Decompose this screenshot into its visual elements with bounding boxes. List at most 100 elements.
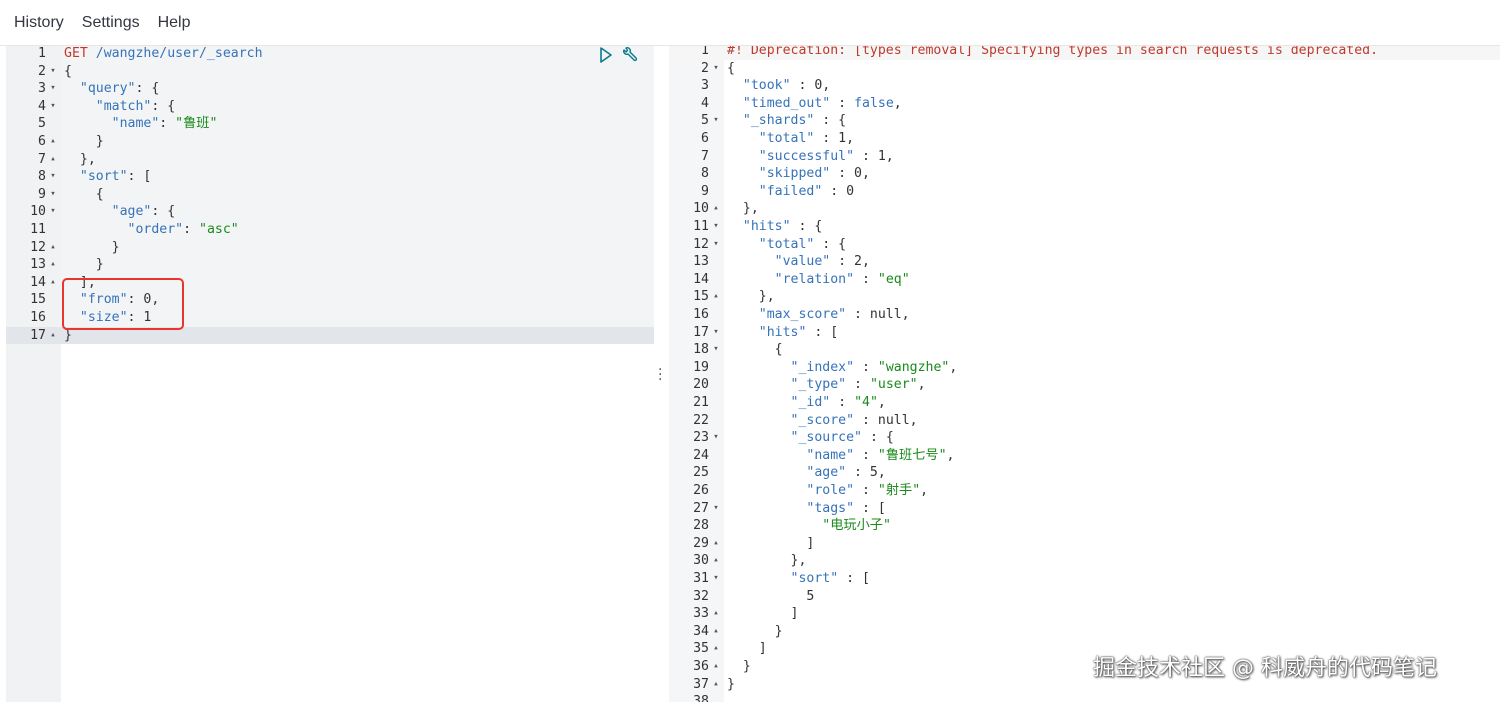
code-text: "_shards" : { bbox=[742, 113, 847, 129]
code-text: "max_score" : null, bbox=[758, 307, 910, 322]
fold-open-icon[interactable]: ▾ bbox=[48, 168, 58, 186]
resizer-handle-icon[interactable]: · · · bbox=[658, 363, 662, 387]
response-line-30: 30 ▴ }, bbox=[669, 552, 1500, 570]
code-text: "failed" : 0 bbox=[758, 183, 855, 199]
line-number: 30 bbox=[693, 553, 709, 569]
response-line-8: 8 "skipped" : 0, bbox=[669, 165, 1500, 183]
wrench-icon[interactable] bbox=[621, 46, 639, 64]
play-icon[interactable] bbox=[597, 46, 615, 64]
line-number: 9 bbox=[701, 183, 709, 199]
code-text: { bbox=[64, 186, 104, 202]
line-number: 1 bbox=[38, 46, 46, 61]
line-number: 28 bbox=[693, 518, 709, 534]
request-line-9: 9 ▾ { bbox=[6, 186, 654, 204]
fold-open-icon[interactable]: ▾ bbox=[711, 236, 721, 254]
fold-open-icon[interactable]: ▾ bbox=[711, 570, 721, 588]
fold-closed-icon[interactable]: ▴ bbox=[711, 640, 721, 658]
fold-open-icon[interactable]: ▾ bbox=[48, 203, 58, 221]
fold-closed-icon[interactable]: ▴ bbox=[711, 288, 721, 306]
code-text: "_id" : "4", bbox=[790, 395, 886, 410]
request-line-8: 8 ▾ "sort": [ bbox=[6, 168, 654, 186]
code-text: "total" : 1, bbox=[758, 131, 855, 146]
line-number: 29 bbox=[693, 535, 709, 551]
fold-closed-icon[interactable]: ▴ bbox=[48, 256, 58, 274]
response-line-12: 12 ▾ "total" : { bbox=[669, 236, 1500, 254]
request-line-12: 12 ▴ } bbox=[6, 239, 654, 257]
menu-history[interactable]: History bbox=[14, 14, 64, 32]
request-line-11: 11 "order": "asc" bbox=[6, 221, 654, 239]
fold-open-icon[interactable]: ▾ bbox=[711, 429, 721, 447]
line-number: 31 bbox=[693, 571, 709, 586]
line-number: 15 bbox=[30, 292, 46, 308]
fold-closed-icon[interactable]: ▴ bbox=[711, 535, 721, 553]
code-text: "took" : 0, bbox=[742, 78, 831, 94]
code-text: "_type" : "user", bbox=[790, 377, 926, 393]
fold-closed-icon[interactable]: ▴ bbox=[711, 676, 721, 694]
line-number: 3 bbox=[701, 78, 709, 94]
code-text: "sort" : [ bbox=[790, 571, 870, 586]
fold-open-icon[interactable]: ▾ bbox=[48, 63, 58, 81]
response-line-22: 22 "_score" : null, bbox=[669, 412, 1500, 430]
fold-open-icon[interactable]: ▾ bbox=[711, 341, 721, 359]
line-number: 22 bbox=[693, 412, 709, 428]
line-number: 26 bbox=[693, 483, 709, 498]
fold-open-icon[interactable]: ▾ bbox=[48, 186, 58, 204]
fold-closed-icon[interactable]: ▴ bbox=[711, 200, 721, 218]
highlight-annotation bbox=[62, 278, 184, 330]
line-number: 34 bbox=[693, 623, 709, 639]
code-text: "age" : 5, bbox=[806, 465, 886, 481]
fold-open-icon[interactable]: ▾ bbox=[48, 80, 58, 98]
fold-closed-icon[interactable]: ▴ bbox=[711, 552, 721, 570]
fold-closed-icon[interactable]: ▴ bbox=[48, 239, 58, 257]
code-text: ] bbox=[727, 535, 815, 551]
response-line-19: 19 "_index" : "wangzhe", bbox=[669, 359, 1500, 377]
fold-closed-icon[interactable]: ▴ bbox=[48, 274, 58, 292]
line-number: 17 bbox=[693, 324, 709, 340]
code-text: GET /wangzhe/user/_search bbox=[64, 46, 263, 61]
line-number: 37 bbox=[693, 676, 709, 692]
code-text: } bbox=[64, 134, 104, 149]
fold-open-icon[interactable]: ▾ bbox=[711, 60, 721, 78]
line-number: 33 bbox=[693, 606, 709, 622]
menu-settings[interactable]: Settings bbox=[82, 14, 140, 32]
line-number: 4 bbox=[38, 98, 46, 114]
fold-open-icon[interactable]: ▾ bbox=[711, 218, 721, 236]
request-line-2: 2 ▾ { bbox=[6, 63, 654, 81]
line-number: 19 bbox=[693, 359, 709, 375]
line-number: 12 bbox=[693, 236, 709, 252]
line-number: 6 bbox=[38, 134, 46, 149]
code-text: "电玩小子" bbox=[822, 518, 891, 534]
code-text: ] bbox=[727, 641, 767, 657]
line-number: 18 bbox=[693, 342, 709, 358]
fold-open-icon[interactable]: ▾ bbox=[711, 112, 721, 130]
code-text: } bbox=[727, 676, 735, 692]
fold-closed-icon[interactable]: ▴ bbox=[48, 151, 58, 169]
response-line-23: 23 ▾ "_source" : { bbox=[669, 429, 1500, 447]
response-line-14: 14 "relation" : "eq" bbox=[669, 271, 1500, 289]
line-number: 5 bbox=[701, 113, 709, 129]
request-editor[interactable]: 1 GET /wangzhe/user/_search 2 ▾{3 ▾ "query":… bbox=[6, 46, 654, 702]
code-text: "age": { bbox=[111, 204, 176, 220]
code-text: "name" : "鲁班七号", bbox=[806, 447, 955, 463]
code-text: "sort": [ bbox=[79, 169, 152, 185]
fold-closed-icon[interactable]: ▴ bbox=[48, 133, 58, 151]
response-line-31: 31 ▾ "sort" : [ bbox=[669, 570, 1500, 588]
code-text: "value" : 2, bbox=[774, 254, 870, 270]
line-number: 11 bbox=[30, 222, 46, 237]
code-text: "_source" : { bbox=[790, 430, 894, 446]
menu-help[interactable]: Help bbox=[158, 14, 191, 32]
fold-closed-icon[interactable]: ▴ bbox=[48, 327, 58, 345]
fold-closed-icon[interactable]: ▴ bbox=[711, 623, 721, 641]
fold-open-icon[interactable]: ▾ bbox=[711, 324, 721, 342]
response-line-21: 21 "_id" : "4", bbox=[669, 394, 1500, 412]
fold-open-icon[interactable]: ▾ bbox=[48, 98, 58, 116]
fold-closed-icon[interactable]: ▴ bbox=[711, 605, 721, 623]
response-line-32: 32 5 bbox=[669, 588, 1500, 606]
line-number: 35 bbox=[693, 641, 709, 657]
fold-closed-icon[interactable]: ▴ bbox=[711, 658, 721, 676]
line-number: 10 bbox=[30, 204, 46, 220]
line-number: 20 bbox=[693, 377, 709, 393]
line-number: 8 bbox=[701, 166, 709, 182]
request-line-5: 5 "name": "鲁班" bbox=[6, 115, 654, 133]
fold-open-icon[interactable]: ▾ bbox=[711, 500, 721, 518]
